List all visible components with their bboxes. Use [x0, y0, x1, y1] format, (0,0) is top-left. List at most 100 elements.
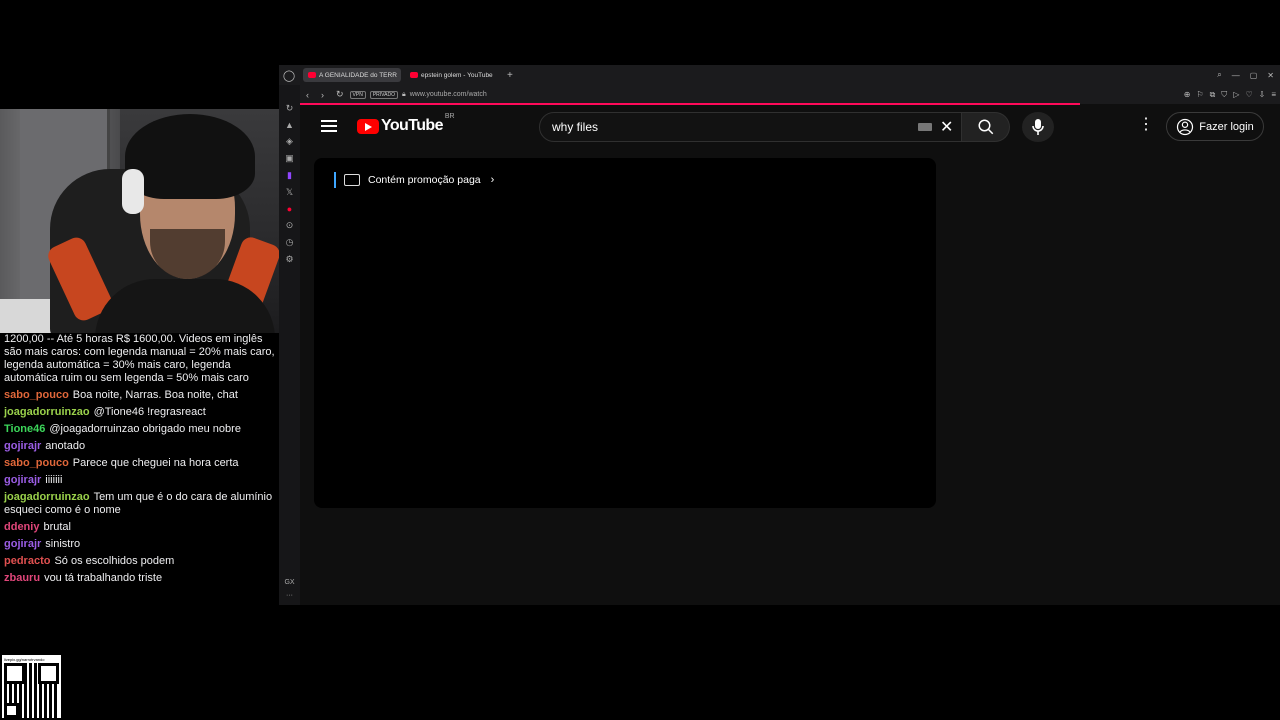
microphone-icon: [1032, 119, 1044, 135]
bookmark-icon[interactable]: ⚐: [1196, 90, 1203, 99]
back-icon[interactable]: ‹: [306, 90, 309, 100]
chat-username[interactable]: gojirajr: [4, 474, 41, 486]
chat-message: gojirajr anotado: [4, 440, 275, 453]
minimize-icon[interactable]: —: [1232, 71, 1240, 80]
game-icon[interactable]: ◈: [286, 136, 293, 147]
chat-message: sabo_pouco Parece que cheguei na hora cer…: [4, 457, 275, 470]
sign-in-label: Fazer login: [1199, 120, 1254, 133]
chat-username[interactable]: sabo_pouco: [4, 457, 69, 469]
paid-promotion-notice[interactable]: Contém promoção paga ›: [334, 172, 494, 188]
browser-window: ◯ A GENIALIDADE do TERR epstein golem - …: [279, 65, 1280, 605]
chat-panel: 1200,00 -- Até 5 horas R$ 1600,00. Video…: [0, 333, 279, 608]
chat-username[interactable]: joagadorruinzao: [4, 406, 90, 418]
paid-promotion-icon: [344, 174, 360, 186]
chat-message: pedracto Só os escolhidos podem: [4, 555, 275, 568]
chat-message: gojirajr iiiiiii: [4, 474, 275, 487]
gx-icon[interactable]: GX: [284, 579, 294, 586]
tab-label: epstein golem - YouTube: [421, 71, 493, 79]
search-input[interactable]: [552, 120, 912, 134]
snapshot-icon[interactable]: ⧉: [1210, 90, 1216, 100]
chat-message: ddeniy brutal: [4, 521, 275, 534]
search-icon: [978, 119, 993, 135]
new-tab-icon[interactable]: +: [507, 70, 513, 81]
browser-sidebar: ↻ ▲ ◈ ▣ ▮ 𝕏 ● ⊙ ◷ ⚙ GX ···: [279, 85, 300, 605]
chat-messages: sabo_pouco Boa noite, Narras. Boa noite, …: [4, 389, 275, 585]
chat-message: joagadorruinzao @Tione46 !regrasreact: [4, 406, 275, 419]
youtube-favicon-icon: [308, 72, 316, 78]
search-tabs-icon[interactable]: ⌕: [1217, 70, 1221, 80]
account-icon: [1177, 118, 1194, 135]
video-player[interactable]: Contém promoção paga ›: [314, 158, 936, 508]
clear-search-icon[interactable]: ✕: [940, 117, 953, 137]
history-icon[interactable]: ◷: [286, 237, 294, 248]
address-bar: ‹ › ↻ VPN PRIVADO 🔒︎ www.youtube.com/wat…: [300, 85, 1280, 104]
chevron-right-icon: ›: [490, 174, 495, 186]
tab-genialidade[interactable]: A GENIALIDADE do TERR: [303, 68, 401, 82]
chat-text: @Tione46 !regrasreact: [93, 406, 206, 418]
maximize-icon[interactable]: ▢: [1250, 71, 1258, 80]
sign-in-button[interactable]: Fazer login: [1166, 112, 1264, 141]
chat-text: Parece que cheguei na hora certa: [72, 457, 239, 469]
player-icon[interactable]: ⊙: [286, 220, 294, 231]
refresh-sidebar-icon[interactable]: ↻: [286, 103, 294, 114]
settings-gear-icon[interactable]: ⚙: [285, 254, 293, 265]
chat-message: zbauru vou tá trabalhando triste: [4, 572, 275, 585]
tab-bar: ◯ A GENIALIDADE do TERR epstein golem - …: [279, 65, 1280, 85]
qr-grid: [4, 663, 59, 718]
chat-pinned-message: 1200,00 -- Até 5 horas R$ 1600,00. Video…: [4, 333, 275, 384]
private-badge: PRIVADO: [369, 90, 398, 99]
chat-text: iiiiiii: [45, 474, 63, 486]
chat-username[interactable]: zbauru: [4, 572, 40, 584]
chat-message: sabo_pouco Boa noite, Narras. Boa noite, …: [4, 389, 275, 402]
settings-kebab-icon[interactable]: ⋮: [1138, 117, 1154, 133]
chat-text: @joagadorruinzao obrigado meu nobre: [49, 423, 241, 435]
voice-search-button[interactable]: [1022, 112, 1054, 142]
messenger-icon[interactable]: ▣: [285, 153, 294, 164]
shield-icon[interactable]: ⛉: [1221, 90, 1227, 100]
menu-icon[interactable]: ≡: [1271, 90, 1276, 99]
zoom-icon[interactable]: ⊕: [1184, 90, 1191, 99]
x-icon[interactable]: 𝕏: [286, 187, 293, 198]
more-icon[interactable]: ···: [286, 592, 293, 599]
heart-icon[interactable]: ♡: [1245, 90, 1252, 99]
download-icon[interactable]: ⇩: [1259, 90, 1266, 99]
close-window-icon[interactable]: ✕: [1267, 71, 1274, 80]
hamburger-menu-icon[interactable]: [321, 120, 337, 132]
youtube-page: YouTube BR ✕ ⋮ Fazer login: [300, 105, 1280, 605]
region-code: BR: [444, 113, 455, 120]
reload-icon[interactable]: ↻: [336, 89, 344, 100]
chat-text: brutal: [43, 521, 71, 533]
bag-icon[interactable]: ▲: [285, 120, 294, 130]
youtube-wordmark: YouTube: [381, 117, 443, 134]
chat-username[interactable]: sabo_pouco: [4, 389, 69, 401]
youtube-sidebar-icon[interactable]: ●: [287, 204, 292, 214]
tab-label: A GENIALIDADE do TERR: [319, 71, 397, 79]
forward-icon[interactable]: ›: [321, 90, 324, 100]
player-mini-icon[interactable]: ▷: [1233, 90, 1239, 99]
chat-username[interactable]: ddeniy: [4, 521, 39, 533]
qr-url: livepix.gg/narrotrvando: [4, 657, 45, 662]
opera-logo-icon[interactable]: ◯: [279, 65, 299, 85]
webcam-feed: [0, 109, 279, 333]
address-bar-tools: ⊕ ⚐ ⧉ ⛉ ▷ ♡ ⇩ ≡: [1184, 85, 1276, 104]
chat-text: Só os escolhidos podem: [54, 555, 175, 567]
vpn-badge[interactable]: VPN: [349, 90, 366, 99]
chat-username[interactable]: gojirajr: [4, 538, 41, 550]
twitch-icon[interactable]: ▮: [287, 170, 292, 181]
youtube-favicon-icon: [410, 72, 418, 78]
tab-epstein-golem[interactable]: epstein golem - YouTube: [405, 68, 503, 82]
chat-message: Tione46 @joagadorruinzao obrigado meu nob…: [4, 423, 275, 436]
url-field[interactable]: www.youtube.com/watch: [410, 91, 487, 98]
stream-layout: 1200,00 -- Até 5 horas R$ 1600,00. Video…: [0, 0, 1280, 720]
chat-username[interactable]: joagadorruinzao: [4, 491, 90, 503]
chat-username[interactable]: pedracto: [4, 555, 50, 567]
chat-username[interactable]: Tione46: [4, 423, 45, 435]
youtube-logo[interactable]: YouTube BR: [357, 113, 455, 135]
promo-accent-bar: [334, 172, 336, 188]
window-controls: ⌕ — ▢ ✕: [1217, 65, 1274, 85]
keyboard-icon[interactable]: [918, 123, 932, 131]
youtube-play-icon: [357, 118, 379, 134]
chat-username[interactable]: gojirajr: [4, 440, 41, 452]
lock-icon[interactable]: 🔒︎: [402, 91, 406, 99]
search-button[interactable]: [962, 112, 1010, 142]
